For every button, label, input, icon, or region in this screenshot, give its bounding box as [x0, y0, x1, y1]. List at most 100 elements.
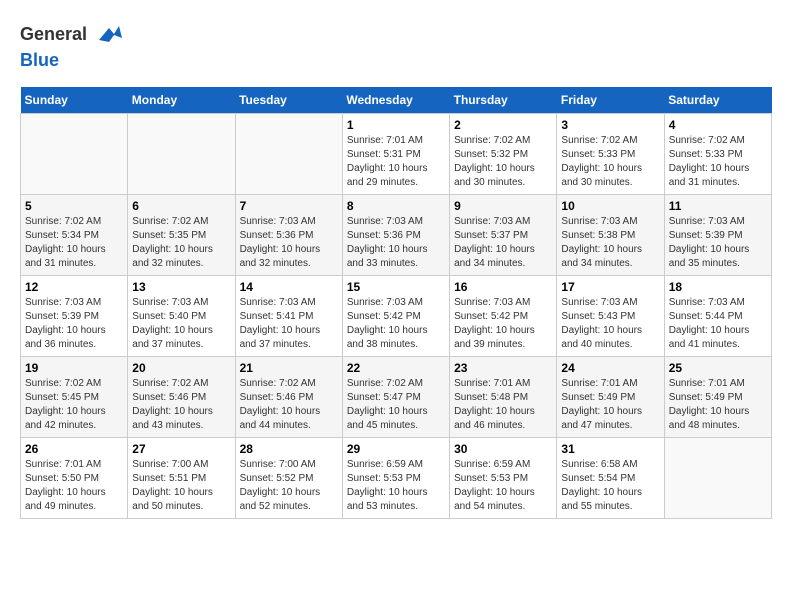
day-number: 3 — [561, 118, 659, 132]
logo-general: General — [20, 24, 87, 44]
day-number: 7 — [240, 199, 338, 213]
day-info: Sunrise: 7:03 AMSunset: 5:36 PMDaylight:… — [240, 215, 338, 271]
calendar-day-25: 25 Sunrise: 7:01 AMSunset: 5:49 PMDayligh… — [664, 357, 771, 438]
weekday-header-wednesday: Wednesday — [342, 87, 449, 114]
day-number: 16 — [454, 280, 552, 294]
calendar-day-26: 26Sunrise: 7:01 AMSunset: 5:50 PMDayligh… — [21, 438, 128, 519]
day-info: Sunrise: 7:00 AMSunset: 5:51 PMDaylight:… — [132, 458, 230, 514]
day-info: Sunrise: 7:02 AMSunset: 5:46 PMDaylight:… — [240, 377, 338, 433]
calendar-day-5: 5 Sunrise: 7:02 AMSunset: 5:34 PMDaylight… — [21, 195, 128, 276]
day-info: Sunrise: 7:03 AMSunset: 5:43 PMDaylight:… — [561, 296, 659, 352]
calendar-day-30: 30Sunrise: 6:59 AMSunset: 5:53 PMDayligh… — [450, 438, 557, 519]
day-number: 6 — [132, 199, 230, 213]
weekday-header-saturday: Saturday — [664, 87, 771, 114]
calendar-day-9: 9 Sunrise: 7:03 AMSunset: 5:37 PMDaylight… — [450, 195, 557, 276]
calendar-day-31: 31Sunrise: 6:58 AMSunset: 5:54 PMDayligh… — [557, 438, 664, 519]
day-number: 18 — [669, 280, 767, 294]
day-info: Sunrise: 7:02 AMSunset: 5:45 PMDaylight:… — [25, 377, 123, 433]
day-info: Sunrise: 6:58 AMSunset: 5:54 PMDaylight:… — [561, 458, 659, 514]
calendar-week-row: 1Sunrise: 7:01 AMSunset: 5:31 PMDaylight… — [21, 114, 772, 195]
calendar-empty-cell — [21, 114, 128, 195]
day-number: 12 — [25, 280, 123, 294]
calendar-day-2: 2 Sunrise: 7:02 AMSunset: 5:32 PMDaylight… — [450, 114, 557, 195]
calendar-day-7: 7 Sunrise: 7:03 AMSunset: 5:36 PMDaylight… — [235, 195, 342, 276]
day-number: 23 — [454, 361, 552, 375]
weekday-header-tuesday: Tuesday — [235, 87, 342, 114]
calendar-day-6: 6 Sunrise: 7:02 AMSunset: 5:35 PMDaylight… — [128, 195, 235, 276]
calendar-empty-cell — [235, 114, 342, 195]
day-number: 5 — [25, 199, 123, 213]
calendar-day-16: 16 Sunrise: 7:03 AMSunset: 5:42 PMDayligh… — [450, 276, 557, 357]
day-number: 11 — [669, 199, 767, 213]
day-info: Sunrise: 7:01 AMSunset: 5:49 PMDaylight:… — [669, 377, 767, 433]
day-number: 10 — [561, 199, 659, 213]
day-info: Sunrise: 7:01 AMSunset: 5:49 PMDaylight:… — [561, 377, 659, 433]
calendar-week-row: 19Sunrise: 7:02 AMSunset: 5:45 PMDayligh… — [21, 357, 772, 438]
day-number: 14 — [240, 280, 338, 294]
day-info: Sunrise: 7:02 AMSunset: 5:33 PMDaylight:… — [669, 134, 767, 190]
calendar-day-15: 15Sunrise: 7:03 AMSunset: 5:42 PMDayligh… — [342, 276, 449, 357]
day-number: 8 — [347, 199, 445, 213]
day-number: 20 — [132, 361, 230, 375]
calendar-table: SundayMondayTuesdayWednesdayThursdayFrid… — [20, 87, 772, 519]
day-info: Sunrise: 7:03 AMSunset: 5:37 PMDaylight:… — [454, 215, 552, 271]
calendar-week-row: 5 Sunrise: 7:02 AMSunset: 5:34 PMDaylight… — [21, 195, 772, 276]
day-number: 22 — [347, 361, 445, 375]
calendar-day-17: 17 Sunrise: 7:03 AMSunset: 5:43 PMDayligh… — [557, 276, 664, 357]
day-number: 28 — [240, 442, 338, 456]
calendar-day-4: 4Sunrise: 7:02 AMSunset: 5:33 PMDaylight… — [664, 114, 771, 195]
calendar-day-27: 27 Sunrise: 7:00 AMSunset: 5:51 PMDayligh… — [128, 438, 235, 519]
day-info: Sunrise: 7:03 AMSunset: 5:36 PMDaylight:… — [347, 215, 445, 271]
calendar-week-row: 26Sunrise: 7:01 AMSunset: 5:50 PMDayligh… — [21, 438, 772, 519]
calendar-day-23: 23 Sunrise: 7:01 AMSunset: 5:48 PMDayligh… — [450, 357, 557, 438]
day-info: Sunrise: 7:02 AMSunset: 5:47 PMDaylight:… — [347, 377, 445, 433]
day-number: 13 — [132, 280, 230, 294]
day-info: Sunrise: 7:03 AMSunset: 5:39 PMDaylight:… — [669, 215, 767, 271]
calendar-empty-cell — [664, 438, 771, 519]
day-info: Sunrise: 6:59 AMSunset: 5:53 PMDaylight:… — [347, 458, 445, 514]
calendar-day-3: 3 Sunrise: 7:02 AMSunset: 5:33 PMDaylight… — [557, 114, 664, 195]
day-info: Sunrise: 7:03 AMSunset: 5:38 PMDaylight:… — [561, 215, 659, 271]
day-info: Sunrise: 7:02 AMSunset: 5:46 PMDaylight:… — [132, 377, 230, 433]
calendar-day-22: 22 Sunrise: 7:02 AMSunset: 5:47 PMDayligh… — [342, 357, 449, 438]
calendar-day-11: 11 Sunrise: 7:03 AMSunset: 5:39 PMDayligh… — [664, 195, 771, 276]
day-number: 1 — [347, 118, 445, 132]
day-number: 25 — [669, 361, 767, 375]
day-number: 26 — [25, 442, 123, 456]
day-number: 17 — [561, 280, 659, 294]
calendar-day-18: 18 Sunrise: 7:03 AMSunset: 5:44 PMDayligh… — [664, 276, 771, 357]
day-info: Sunrise: 7:02 AMSunset: 5:32 PMDaylight:… — [454, 134, 552, 190]
calendar-day-19: 19Sunrise: 7:02 AMSunset: 5:45 PMDayligh… — [21, 357, 128, 438]
weekday-header-row: SundayMondayTuesdayWednesdayThursdayFrid… — [21, 87, 772, 114]
day-info: Sunrise: 7:01 AMSunset: 5:48 PMDaylight:… — [454, 377, 552, 433]
calendar-day-10: 10 Sunrise: 7:03 AMSunset: 5:38 PMDayligh… — [557, 195, 664, 276]
day-number: 24 — [561, 361, 659, 375]
day-info: Sunrise: 7:03 AMSunset: 5:42 PMDaylight:… — [454, 296, 552, 352]
calendar-day-14: 14Sunrise: 7:03 AMSunset: 5:41 PMDayligh… — [235, 276, 342, 357]
day-info: Sunrise: 7:02 AMSunset: 5:34 PMDaylight:… — [25, 215, 123, 271]
day-info: Sunrise: 7:00 AMSunset: 5:52 PMDaylight:… — [240, 458, 338, 514]
weekday-header-sunday: Sunday — [21, 87, 128, 114]
day-info: Sunrise: 7:03 AMSunset: 5:44 PMDaylight:… — [669, 296, 767, 352]
calendar-day-13: 13Sunrise: 7:03 AMSunset: 5:40 PMDayligh… — [128, 276, 235, 357]
calendar-day-1: 1Sunrise: 7:01 AMSunset: 5:31 PMDaylight… — [342, 114, 449, 195]
calendar-week-row: 12Sunrise: 7:03 AMSunset: 5:39 PMDayligh… — [21, 276, 772, 357]
calendar-day-28: 28 Sunrise: 7:00 AMSunset: 5:52 PMDayligh… — [235, 438, 342, 519]
day-info: Sunrise: 7:02 AMSunset: 5:35 PMDaylight:… — [132, 215, 230, 271]
calendar-day-29: 29Sunrise: 6:59 AMSunset: 5:53 PMDayligh… — [342, 438, 449, 519]
logo-blue: Blue — [20, 50, 124, 71]
day-info: Sunrise: 7:02 AMSunset: 5:33 PMDaylight:… — [561, 134, 659, 190]
logo: General Blue — [20, 20, 124, 71]
day-number: 15 — [347, 280, 445, 294]
day-number: 2 — [454, 118, 552, 132]
calendar-day-24: 24 Sunrise: 7:01 AMSunset: 5:49 PMDayligh… — [557, 357, 664, 438]
calendar-day-12: 12Sunrise: 7:03 AMSunset: 5:39 PMDayligh… — [21, 276, 128, 357]
weekday-header-monday: Monday — [128, 87, 235, 114]
day-number: 27 — [132, 442, 230, 456]
day-number: 9 — [454, 199, 552, 213]
weekday-header-thursday: Thursday — [450, 87, 557, 114]
day-number: 21 — [240, 361, 338, 375]
calendar-empty-cell — [128, 114, 235, 195]
calendar-day-20: 20 Sunrise: 7:02 AMSunset: 5:46 PMDayligh… — [128, 357, 235, 438]
page-header: General Blue — [20, 20, 772, 71]
